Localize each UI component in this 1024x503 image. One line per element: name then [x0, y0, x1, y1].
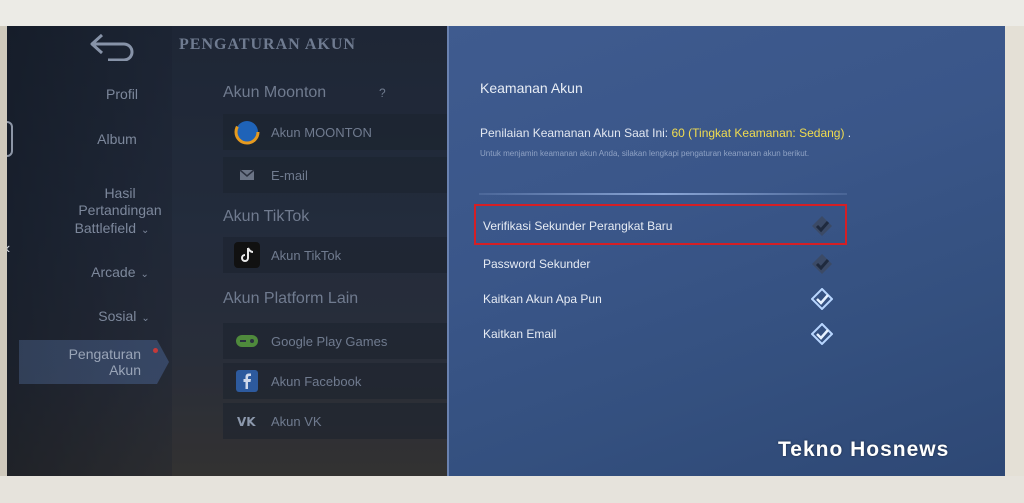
- account-row-email[interactable]: E-mail: [223, 157, 447, 193]
- score-prefix: Penilaian Keamanan Akun Saat Ini:: [480, 126, 672, 140]
- side-tab-handle[interactable]: [7, 121, 13, 157]
- incomplete-check-icon: [812, 254, 832, 274]
- option-label: Kaitkan Akun Apa Pun: [483, 292, 602, 306]
- section-title: Keamanan Akun: [480, 80, 583, 96]
- backdrop-left: [0, 26, 7, 476]
- security-score: Penilaian Keamanan Akun Saat Ini: 60 (Ti…: [480, 126, 851, 140]
- moonton-section-heading: Akun Moonton: [223, 84, 327, 101]
- sidebar-item-hasil-pertandingan[interactable]: Hasil Pertandingan: [45, 168, 195, 219]
- help-icon[interactable]: ?: [379, 86, 386, 100]
- account-row-label: E-mail: [271, 167, 308, 183]
- option-link-any-account[interactable]: Kaitkan Akun Apa Pun: [483, 284, 843, 314]
- sidebar-item-battlefield[interactable]: Battlefield ⌄: [37, 220, 187, 239]
- account-row-label: Google Play Games: [271, 333, 388, 349]
- notification-dot: [153, 348, 158, 353]
- sidebar-item-arcade[interactable]: Arcade ⌄: [45, 264, 195, 283]
- chevron-down-icon: ⌄: [140, 269, 149, 280]
- sidebar-item-pengaturan-akun[interactable]: Pengaturan Akun: [19, 340, 169, 384]
- sidebar-item-label: Profil: [106, 86, 138, 102]
- sidebar-item-label: Sosial: [98, 308, 137, 324]
- complete-check-icon: [811, 288, 833, 310]
- facebook-icon: [233, 367, 261, 395]
- option-label: Password Sekunder: [483, 257, 591, 271]
- score-value: 60 (Tingkat Keamanan: Sedang): [671, 126, 845, 140]
- svg-text:VK: VK: [237, 415, 256, 428]
- chevron-down-icon: ⌄: [141, 313, 150, 324]
- complete-check-icon: [811, 323, 833, 345]
- tiktok-section-heading: Akun TikTok: [223, 208, 310, 225]
- account-row-vk[interactable]: VK Akun VK: [223, 403, 447, 439]
- tiktok-logo-icon: [233, 241, 261, 269]
- sidebar-item-sosial[interactable]: Sosial ⌄: [49, 308, 199, 327]
- linked-accounts-column: Akun Moonton ? Akun MOONTON E-mail Akun …: [223, 26, 447, 476]
- option-label: Verifikasi Sekunder Perangkat Baru: [483, 219, 673, 233]
- chevron-left-icon[interactable]: ‹: [7, 240, 10, 258]
- account-settings-pane: PENGATURAN AKUN ‹ Profil Album Hasil Per…: [7, 26, 447, 476]
- chevron-down-icon: ⌄: [141, 225, 150, 236]
- gamepad-icon: [233, 327, 261, 355]
- backdrop-right: [1005, 26, 1024, 476]
- sidebar-item-label: Battlefield: [74, 220, 137, 236]
- account-row-label: Akun MOONTON: [271, 124, 372, 140]
- account-row-tiktok[interactable]: Akun TikTok: [223, 237, 447, 273]
- game-window: PENGATURAN AKUN ‹ Profil Album Hasil Per…: [7, 26, 1005, 476]
- sidebar-item-label: Album: [97, 131, 137, 147]
- account-row-google-play[interactable]: Google Play Games: [223, 323, 447, 359]
- sidebar-item-label: Arcade: [91, 264, 136, 280]
- option-label: Kaitkan Email: [483, 327, 557, 341]
- divider: [479, 193, 847, 195]
- other-platforms-heading: Akun Platform Lain: [223, 290, 359, 307]
- moonton-logo-icon: [233, 118, 261, 146]
- sidebar-item-label: Pengaturan Akun: [68, 346, 141, 378]
- watermark: Tekno Hosnews: [778, 438, 950, 461]
- vk-icon: VK: [233, 407, 261, 435]
- option-secondary-password[interactable]: Password Sekunder: [483, 249, 843, 279]
- account-row-label: Akun Facebook: [271, 373, 362, 389]
- option-new-device-verification[interactable]: Verifikasi Sekunder Perangkat Baru: [483, 211, 843, 241]
- panel-edge: [447, 26, 449, 476]
- account-row-label: Akun TikTok: [271, 247, 342, 263]
- sidebar-item-label: Hasil Pertandingan: [78, 185, 162, 218]
- account-row-label: Akun VK: [271, 413, 322, 429]
- security-hint: Untuk menjamin keamanan akun Anda, silak…: [480, 149, 810, 158]
- backdrop-top: [0, 0, 1024, 26]
- account-row-facebook[interactable]: Akun Facebook: [223, 363, 447, 399]
- account-row-moonton[interactable]: Akun MOONTON: [223, 114, 447, 150]
- sidebar-item-album[interactable]: Album: [42, 131, 192, 148]
- back-button[interactable]: [85, 30, 141, 62]
- mail-icon: [233, 161, 261, 189]
- account-security-panel: Keamanan Akun Penilaian Keamanan Akun Sa…: [447, 26, 1005, 476]
- back-arrow-icon: [90, 33, 134, 61]
- option-link-email[interactable]: Kaitkan Email: [483, 319, 843, 349]
- sidebar-item-profil[interactable]: Profil: [47, 86, 197, 103]
- backdrop-bottom: [0, 476, 1024, 503]
- score-suffix: .: [844, 126, 852, 140]
- incomplete-check-icon: [812, 216, 832, 236]
